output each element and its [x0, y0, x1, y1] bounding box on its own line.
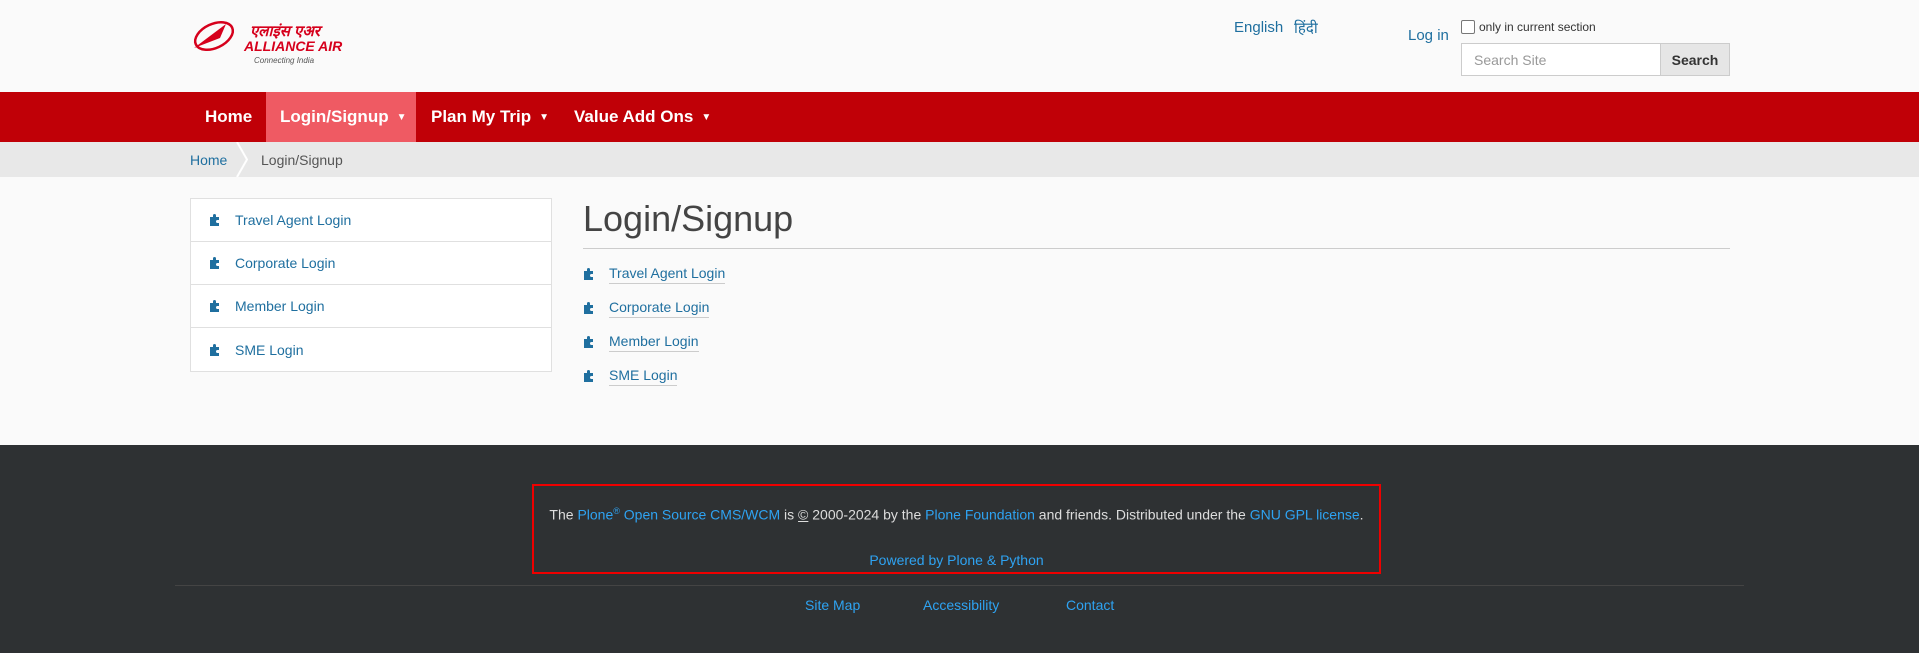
nav-item-label: Home — [205, 107, 253, 126]
puzzle-piece-icon — [584, 302, 593, 314]
sidebar-item-label: SME Login — [235, 341, 304, 358]
colophon-highlight-box: The Plone® Open Source CMS/WCM is © 2000… — [532, 484, 1381, 574]
sidebar-item-label: Member Login — [235, 298, 325, 314]
sidebar-item-corporate-login[interactable]: Corporate Login — [191, 242, 551, 285]
caret-down-icon: ▼ — [539, 111, 550, 123]
nav-item-home[interactable]: Home — [191, 92, 266, 142]
puzzle-piece-icon — [210, 300, 219, 312]
site-footer: The Plone® Open Source CMS/WCM is © 2000… — [0, 445, 1919, 653]
puzzle-piece-icon — [210, 214, 219, 226]
puzzle-piece-icon — [210, 343, 219, 356]
nav-item-label: Login/Signup — [280, 107, 389, 126]
caret-down-icon: ▼ — [396, 111, 407, 123]
puzzle-piece-icon — [584, 268, 593, 280]
nav-item-value-add-ons[interactable]: Value Add Ons ▼ — [560, 92, 725, 142]
colophon-text-part: 2000-2024 by the — [808, 506, 926, 523]
sidebar-item-travel-agent-login[interactable]: Travel Agent Login — [191, 199, 551, 242]
puzzle-piece-icon — [584, 336, 593, 348]
nav-item-label: Plan My Trip — [431, 107, 532, 126]
footer-divider — [175, 585, 1744, 586]
puzzle-piece-icon — [584, 370, 593, 382]
language-hindi-link[interactable]: हिंदी — [1294, 18, 1318, 38]
search-placeholder: Search Site — [1474, 51, 1547, 68]
open-source-cms-link[interactable]: Open Source CMS/WCM — [624, 507, 780, 523]
registered-mark: ® — [613, 506, 620, 516]
colophon-text: The Plone® Open Source CMS/WCM is © 2000… — [534, 506, 1379, 523]
content-link-travel-agent-login[interactable]: Travel Agent Login — [583, 257, 1730, 291]
svg-text:ALLIANCE AIR: ALLIANCE AIR — [243, 38, 343, 54]
caret-down-icon: ▼ — [701, 111, 712, 123]
powered-by-plone-link[interactable]: Powered by Plone & Python — [534, 552, 1379, 568]
site-header: एलाइंस एअर ALLIANCE AIR Connecting India… — [0, 0, 1919, 92]
sidebar-item-label: Corporate Login — [235, 255, 336, 271]
plone-foundation-link[interactable]: Plone Foundation — [925, 507, 1035, 523]
main-content: Login/Signup Travel Agent Login Corporat… — [583, 198, 1730, 393]
content-link-member-login[interactable]: Member Login — [583, 325, 1730, 359]
footer-link-accessibility[interactable]: Accessibility — [923, 597, 999, 613]
colophon-text-part: is — [780, 506, 799, 523]
content-link-corporate-login[interactable]: Corporate Login — [583, 291, 1730, 325]
nav-item-plan-my-trip[interactable]: Plan My Trip ▼ — [417, 92, 563, 142]
only-current-section-checkbox[interactable] — [1461, 20, 1475, 34]
breadcrumb-separator-icon — [236, 142, 249, 177]
content-link-label: Corporate Login — [609, 299, 710, 318]
content-link-label: Member Login — [609, 333, 699, 352]
main-navigation: Home Login/Signup ▼ Plan My Trip ▼ Value… — [0, 92, 1919, 142]
gnu-gpl-license-link[interactable]: GNU GPL license — [1250, 507, 1360, 523]
sidebar-item-sme-login[interactable]: SME Login — [191, 328, 551, 371]
alliance-air-logo[interactable]: एलाइंस एअर ALLIANCE AIR Connecting India — [190, 18, 386, 68]
content-link-label: Travel Agent Login — [609, 265, 726, 284]
plone-link[interactable]: Plone — [577, 507, 613, 523]
breadcrumb: Home Login/Signup — [0, 142, 1919, 177]
sidebar-item-label: Travel Agent Login — [235, 212, 352, 228]
only-current-section-option[interactable]: only in current section — [1461, 20, 1596, 34]
content-link-sme-login[interactable]: SME Login — [583, 359, 1730, 393]
copyright-symbol: © — [798, 506, 809, 523]
log-in-link[interactable]: Log in — [1408, 27, 1449, 44]
nav-item-login-signup[interactable]: Login/Signup ▼ — [266, 92, 416, 142]
puzzle-piece-icon — [210, 257, 219, 269]
footer-link-site-map[interactable]: Site Map — [805, 597, 860, 613]
sidebar-item-member-login[interactable]: Member Login — [191, 285, 551, 328]
language-english-link[interactable]: English — [1234, 19, 1283, 36]
colophon-text-part: . — [1359, 506, 1364, 523]
breadcrumb-home-link[interactable]: Home — [190, 152, 227, 168]
content-link-label: SME Login — [609, 367, 678, 386]
svg-text:Connecting India: Connecting India — [254, 56, 315, 65]
colophon-text-part: and friends. Distributed under the — [1034, 506, 1250, 523]
only-current-section-label: only in current section — [1479, 20, 1596, 34]
colophon-text-part: The — [549, 506, 578, 523]
sidebar-navigation: Travel Agent Login Corporate Login Membe… — [190, 198, 552, 372]
footer-link-contact[interactable]: Contact — [1066, 597, 1114, 613]
search-input[interactable]: Search Site — [1461, 43, 1661, 76]
breadcrumb-current: Login/Signup — [261, 152, 343, 168]
search-button[interactable]: Search — [1660, 43, 1730, 76]
page-title: Login/Signup — [583, 198, 1730, 249]
nav-item-label: Value Add Ons — [574, 107, 694, 126]
